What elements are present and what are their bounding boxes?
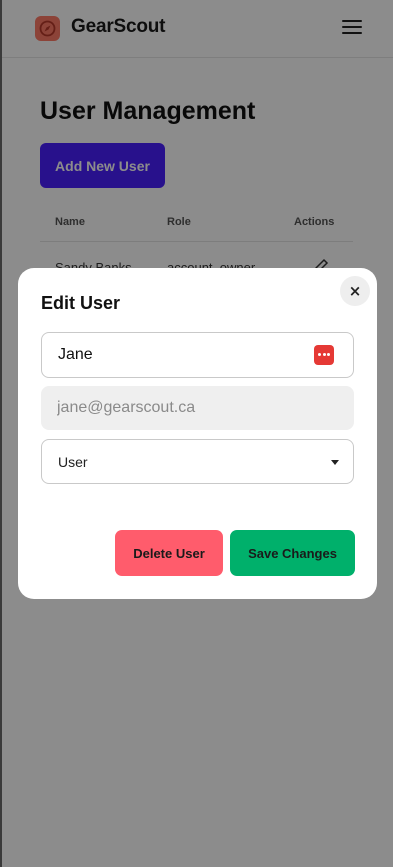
window-edge xyxy=(0,0,2,867)
role-select[interactable]: User xyxy=(41,439,354,484)
chevron-down-icon xyxy=(331,460,339,465)
email-input xyxy=(41,386,354,430)
delete-user-button[interactable]: Delete User xyxy=(115,530,223,576)
edit-user-modal: × Edit User User Delete User Save Change… xyxy=(18,268,377,599)
save-changes-button[interactable]: Save Changes xyxy=(230,530,355,576)
name-input[interactable] xyxy=(41,332,354,378)
modal-title: Edit User xyxy=(41,293,121,313)
password-manager-icon[interactable] xyxy=(314,345,334,365)
close-button[interactable]: × xyxy=(340,276,370,306)
role-select-value: User xyxy=(58,454,88,470)
